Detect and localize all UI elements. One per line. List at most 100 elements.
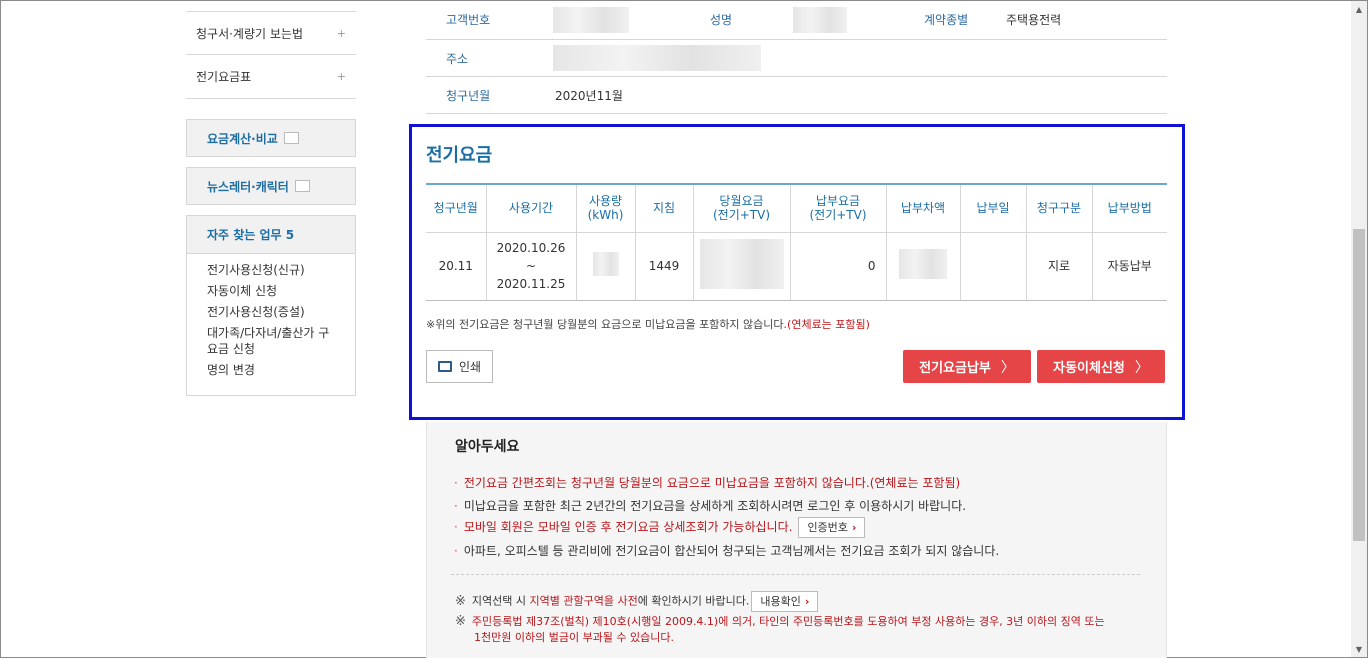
- law-line-1: 주민등록법 제37조(벌칙) 제10호(시행일 2009.4.1)에 의거, 타…: [471, 615, 1105, 628]
- notice-item: · 아파트, 오피스텔 등 관리비에 전기요금이 합산되어 청구되는 고객님께서는…: [454, 542, 999, 559]
- notice-title: 알아두세요: [455, 439, 520, 455]
- col-header: 지침: [634, 183, 693, 233]
- faq-panel: 자주 찾는 업무 5 전기사용신청(신규) 자동이체 신청 전기사용신청(증설)…: [186, 215, 356, 396]
- notice-item-text: 미납요금을 포함한 최근 2년간의 전기요금을 상세하게 조회하시려면 로그인 …: [463, 499, 967, 513]
- customer-no-label: 고객번호: [426, 11, 551, 28]
- cell-payment-method: 자동납부: [1091, 232, 1167, 301]
- info-row-address: 주소: [426, 40, 1167, 77]
- period-tilde: ~: [525, 259, 537, 273]
- autopay-button[interactable]: 자동이체신청 〉: [1037, 350, 1165, 383]
- region-text-end: 에 확인하시기 바랍니다.: [637, 594, 750, 608]
- faq-item-family-rate[interactable]: 대가족/다자녀/출산가 구 요금 신청: [207, 325, 332, 357]
- info-row-customer: 고객번호 성명 계약종별 주택용전력: [426, 0, 1167, 40]
- info-row-month: 청구년월 2020년11월: [426, 77, 1167, 114]
- sidebar-item-rate-table[interactable]: 전기요금표 +: [186, 55, 356, 99]
- pay-bill-button[interactable]: 전기요금납부 〉: [903, 350, 1031, 383]
- notice-item: · 모바일 회원은 모바일 인증 후 전기요금 상세조회가 가능하십니다. 인증번호…: [454, 517, 866, 538]
- bill-month-value: 2020년11월: [555, 88, 623, 103]
- col-header: 사용기간: [485, 183, 576, 233]
- print-label: 인쇄: [458, 360, 482, 374]
- law-note: ※ 주민등록법 제37조(벌칙) 제10호(시행일 2009.4.1)에 의거, …: [455, 613, 1105, 629]
- sidebar-box-label: 요금계산·비교: [207, 131, 278, 146]
- scroll-down-icon[interactable]: ▼: [1351, 641, 1367, 657]
- customer-no-masked: [553, 6, 629, 33]
- sidebar-box-label: 뉴스레터·캐릭터: [207, 179, 289, 194]
- sidebar-item-label: 전기요금표: [196, 70, 252, 84]
- sidebar-item-label: 청구서·계량기 보는법: [196, 26, 303, 41]
- region-text-red: 지역별 관할구역을 사전: [529, 594, 638, 608]
- chevron-right-icon: 〉: [1000, 359, 1015, 376]
- col-header: 납부차액: [885, 183, 960, 233]
- check-content-button[interactable]: 내용확인 ›: [751, 591, 819, 612]
- faq-item-new-service[interactable]: 전기사용신청(신규): [207, 262, 355, 278]
- contract-value: 주택용전력: [1006, 13, 1062, 27]
- col-header: 당월요금 (전기+TV): [692, 183, 790, 233]
- bullet-icon: ·: [454, 544, 458, 558]
- cell-usage: [575, 232, 635, 301]
- cell-period: 2020.10.26 ~ 2020.11.25: [485, 232, 576, 301]
- plus-icon: +: [336, 70, 346, 83]
- cell-current-fee: [692, 232, 790, 301]
- cell-reading: 1449: [634, 232, 693, 301]
- table-row: 20.11 2020.10.26 ~ 2020.11.25 1449 0 지로 …: [426, 232, 1167, 301]
- scroll-up-icon[interactable]: ▲: [1351, 1, 1367, 17]
- usage-masked: [592, 251, 619, 276]
- customer-info-table: 고객번호 성명 계약종별 주택용전력 주소 청구년월 2020년11월: [426, 0, 1167, 114]
- period-end: 2020.11.25: [496, 277, 566, 291]
- window-icon: [283, 132, 299, 144]
- faq-item-autopay[interactable]: 자동이체 신청: [207, 283, 355, 299]
- faq-list: 전기사용신청(신규) 자동이체 신청 전기사용신청(증설) 대가족/다자녀/출산…: [187, 254, 355, 395]
- scrollbar-thumb[interactable]: [1353, 229, 1365, 541]
- notice-item: · 전기요금 간편조회는 청구년월 당월분의 요금으로 미납요금을 포함하지 않습…: [454, 474, 960, 491]
- period-start: 2020.10.26: [496, 241, 566, 255]
- bill-month-label: 청구년월: [426, 86, 551, 104]
- bill-table: 청구년월 사용기간 사용량 (kWh) 지침 당월요금 (전기+TV) 납부요금…: [426, 183, 1167, 301]
- note-mark: ※: [455, 593, 466, 609]
- notice-item: · 미납요금을 포함한 최근 2년간의 전기요금을 상세하게 조회하시려면 로그인…: [454, 497, 966, 514]
- cell-month: 20.11: [426, 232, 486, 301]
- col-header: 청구년월: [426, 183, 486, 233]
- col-header: 사용량 (kWh): [575, 183, 635, 233]
- auth-number-button[interactable]: 인증번호 ›: [798, 517, 866, 538]
- cell-billing-type: 지로: [1025, 232, 1092, 301]
- faq-title: 자주 찾는 업무 5: [187, 216, 355, 254]
- address-label: 주소: [426, 49, 551, 67]
- contract-label: 계약종별: [899, 11, 1006, 28]
- auth-number-label: 인증번호: [807, 521, 848, 534]
- print-button[interactable]: 인쇄: [426, 350, 493, 383]
- name-label: 성명: [685, 11, 795, 28]
- bill-note: ※위의 전기요금은 청구년월 당월분의 요금으로 미납요금을 포함하지 않습니다…: [426, 316, 870, 332]
- notice-panel: 알아두세요 · 전기요금 간편조회는 청구년월 당월분의 요금으로 미납요금을 포…: [426, 422, 1167, 658]
- sidebar-box-newsletter[interactable]: 뉴스레터·캐릭터: [186, 167, 356, 205]
- notice-item-text: 아파트, 오피스텔 등 관리비에 전기요금이 합산되어 청구되는 고객님께서는 …: [463, 544, 1000, 558]
- bullet-icon: ·: [454, 476, 458, 490]
- check-content-label: 내용확인: [760, 595, 801, 608]
- autopay-label: 자동이체신청: [1053, 361, 1125, 376]
- chevron-right-icon: ›: [851, 521, 857, 534]
- bullet-icon: ·: [454, 499, 458, 513]
- law-note-2: 1천만원 이하의 벌금이 부과될 수 있습니다.: [474, 631, 675, 644]
- chevron-right-icon: 〉: [1134, 359, 1149, 376]
- bill-note-red: (연체료는 포함됨): [787, 318, 870, 331]
- faq-item-name-change[interactable]: 명의 변경: [207, 362, 355, 378]
- sidebar: 청구서·계량기 보는법 + 전기요금표 + 요금계산·비교 뉴스레터·캐릭터 자…: [186, 0, 356, 396]
- note-mark: ※: [455, 614, 466, 629]
- cell-paid: 0: [789, 232, 886, 301]
- region-note: ※ 지역선택 시 지역별 관할구역을 사전에 확인하시기 바랍니다. 내용확인 ›: [455, 591, 819, 612]
- window-icon: [294, 180, 310, 192]
- pay-bill-label: 전기요금납부: [919, 361, 991, 376]
- cell-pay-date: [959, 232, 1026, 301]
- vertical-scrollbar[interactable]: ▲ ▼: [1351, 1, 1367, 657]
- col-header: 납부요금 (전기+TV): [789, 183, 886, 233]
- col-header: 납부방법: [1091, 183, 1167, 233]
- faq-item-increase[interactable]: 전기사용신청(증설): [207, 304, 355, 320]
- cell-diff: [885, 232, 960, 301]
- region-text: 지역선택 시: [471, 594, 530, 608]
- chevron-right-icon: ›: [804, 595, 810, 608]
- diff-masked: [899, 248, 947, 279]
- sidebar-box-fee-calc[interactable]: 요금계산·비교: [186, 119, 356, 157]
- section-title: 전기요금: [426, 145, 493, 166]
- printer-icon: [437, 361, 452, 372]
- sidebar-item-bill-guide[interactable]: 청구서·계량기 보는법 +: [186, 11, 356, 55]
- col-header: 청구구분: [1025, 183, 1092, 233]
